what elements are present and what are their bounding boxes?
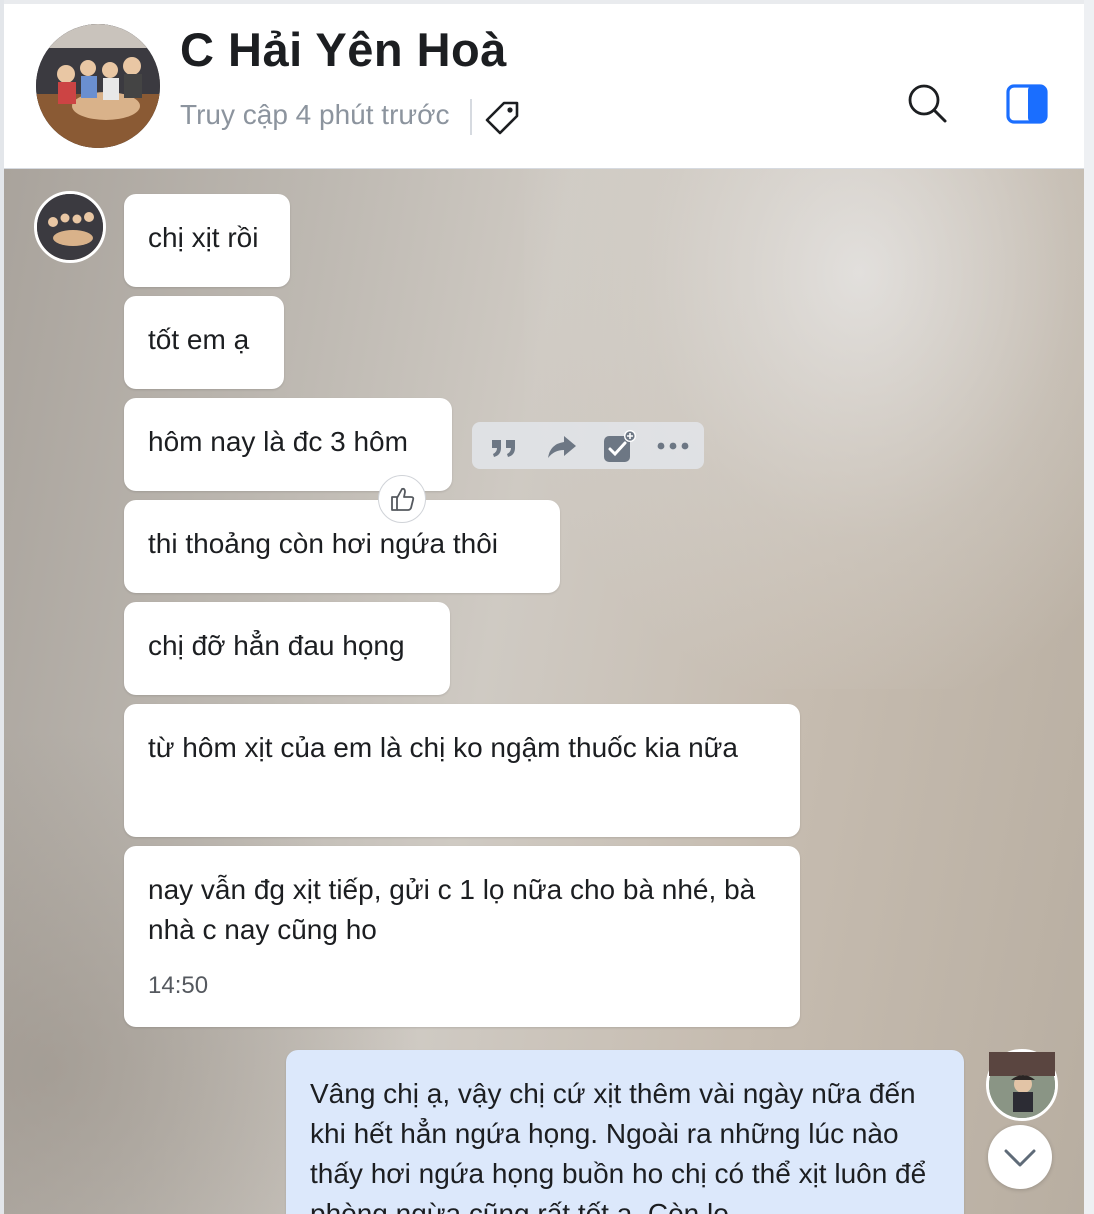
message-text: hôm nay là đc 3 hôm [148, 426, 408, 457]
message-bubble[interactable]: từ hôm xịt của em là chị ko ngậm thuốc k… [124, 704, 800, 837]
message-action-bar [472, 422, 704, 469]
message-bubble[interactable]: tốt em ạ [124, 296, 284, 389]
more-icon[interactable] [656, 430, 689, 462]
chat-window: C Hải Yên Hoà Truy cập 4 phút trước chị … [0, 0, 1094, 1214]
message-list[interactable]: chị xịt rồi tốt em ạ hôm nay là đc 3 hôm [4, 169, 1084, 1214]
message-text: chị xịt rồi [148, 222, 259, 253]
message-text: chị đỡ hẳn đau họng [148, 630, 405, 661]
panel-toggle-icon[interactable] [1006, 84, 1048, 124]
message-timestamp: 14:50 [148, 972, 209, 999]
message-text: từ hôm xịt của em là chị ko ngậm thuốc k… [148, 732, 738, 763]
quote-icon[interactable] [488, 430, 520, 462]
contact-avatar[interactable] [36, 24, 160, 148]
sender-avatar[interactable] [34, 191, 106, 263]
message-bubble[interactable]: chị đỡ hẳn đau họng [124, 602, 450, 695]
right-edge [1084, 0, 1094, 1214]
tag-icon[interactable] [484, 100, 520, 136]
message-text: Vâng chị ạ, vậy chị cứ xịt thêm vài ngày… [310, 1078, 927, 1214]
chevron-down-icon [1004, 1149, 1036, 1167]
scroll-to-bottom-button[interactable] [988, 1125, 1052, 1189]
chat-header: C Hải Yên Hoà Truy cập 4 phút trước [4, 4, 1085, 169]
my-avatar[interactable] [986, 1049, 1058, 1121]
header-divider [470, 99, 472, 135]
my-message-bubble[interactable]: Vâng chị ạ, vậy chị cứ xịt thêm vài ngày… [286, 1050, 964, 1214]
message-text: tốt em ạ [148, 324, 250, 355]
add-task-icon[interactable] [602, 430, 636, 462]
message-bubble[interactable]: nay vẫn đg xịt tiếp, gửi c 1 lọ nữa cho … [124, 846, 800, 1027]
message-bubble[interactable]: thi thoảng còn hơi ngứa thôi [124, 500, 560, 593]
forward-icon[interactable] [546, 430, 578, 462]
left-border [0, 0, 4, 1214]
message-text: nay vẫn đg xịt tiếp, gửi c 1 lọ nữa cho … [148, 874, 756, 945]
contact-name[interactable]: C Hải Yên Hoà [180, 22, 507, 77]
message-bubble[interactable]: chị xịt rồi [124, 194, 290, 287]
last-seen-status: Truy cập 4 phút trước [180, 99, 450, 130]
message-text: thi thoảng còn hơi ngứa thôi [148, 528, 499, 559]
search-icon[interactable] [906, 82, 948, 124]
thumbs-up-icon[interactable] [378, 475, 426, 523]
